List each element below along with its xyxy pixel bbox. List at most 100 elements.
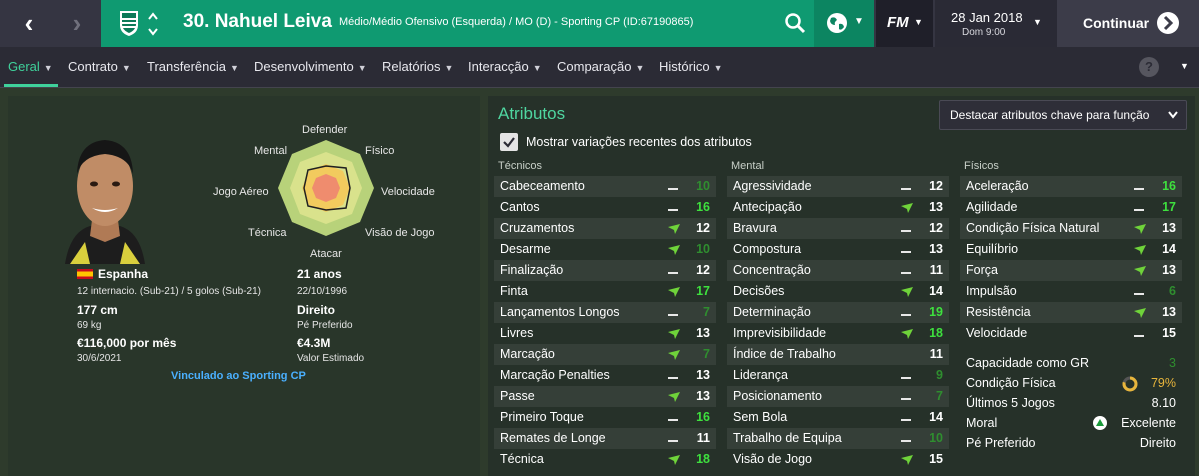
tab-label: Transferência xyxy=(147,59,226,74)
attribute-row[interactable]: Determinação 19 xyxy=(727,302,949,323)
attribute-row[interactable]: Cantos 16 xyxy=(494,197,716,218)
radar-label-jogo-aereo: Jogo Aéreo xyxy=(213,186,269,198)
attribute-value: 11 xyxy=(929,263,943,277)
attribute-row[interactable]: Condição Física Natural 13 xyxy=(960,218,1182,239)
tab-label: Desenvolvimento xyxy=(254,59,354,74)
attribute-row[interactable]: Lançamentos Longos 7 xyxy=(494,302,716,323)
tab-interaccao[interactable]: Interacção ▼ xyxy=(468,47,542,87)
attribute-row[interactable]: Liderança 9 xyxy=(727,365,949,386)
attribute-name: Velocidade xyxy=(966,326,1028,340)
attribute-row[interactable]: Técnica 18 xyxy=(494,449,716,470)
attribute-row[interactable]: Finta 17 xyxy=(494,281,716,302)
attribute-row[interactable]: Concentração 11 xyxy=(727,260,949,281)
attribute-row[interactable]: Velocidade 15 xyxy=(960,323,1182,344)
attribute-row[interactable]: Marcação 7 xyxy=(494,344,716,365)
attribute-row[interactable]: Remates de Longe 11 xyxy=(494,428,716,449)
attribute-row[interactable]: Agilidade 17 xyxy=(960,197,1182,218)
attribute-row[interactable]: Livres 13 xyxy=(494,323,716,344)
date-button[interactable]: 28 Jan 2018 Dom 9:00 ▼ xyxy=(935,0,1057,47)
tab-geral[interactable]: Geral ▼ xyxy=(8,47,53,87)
tab-contrato[interactable]: Contrato ▼ xyxy=(68,47,131,87)
help-button[interactable]: ? xyxy=(1139,57,1159,77)
attribute-row[interactable]: Posicionamento 7 xyxy=(727,386,949,407)
search-icon xyxy=(785,13,806,34)
attribute-row[interactable]: Visão de Jogo 15 xyxy=(727,449,949,470)
attribute-name: Finalização xyxy=(500,263,564,277)
radar-label-defender: Defender xyxy=(302,124,348,136)
summary-value: 8.10 xyxy=(1151,396,1176,410)
chevron-down-icon: ▼ xyxy=(635,63,645,73)
attribute-value: 16 xyxy=(1162,179,1176,193)
attribute-increase-icon xyxy=(1134,245,1146,255)
attribute-row[interactable]: Impulsão 6 xyxy=(960,281,1182,302)
attribute-name: Equilíbrio xyxy=(966,242,1019,256)
attribute-value: 7 xyxy=(703,305,710,319)
attribute-row[interactable]: Aceleração 16 xyxy=(960,176,1182,197)
tab-historico[interactable]: Histórico ▼ xyxy=(659,47,723,87)
globe-icon xyxy=(827,13,847,33)
no-change-icon xyxy=(668,428,680,442)
attribute-row[interactable]: Cabeceamento 10 xyxy=(494,176,716,197)
attribute-row[interactable]: Equilíbrio 14 xyxy=(960,239,1182,260)
estimated-value-label: Valor Estimado xyxy=(297,353,365,364)
attribute-name: Liderança xyxy=(733,368,788,382)
world-menu-button[interactable]: ▼ xyxy=(814,0,874,47)
attribute-name: Compostura xyxy=(733,242,802,256)
player-subtitle: Médio/Médio Ofensivo (Esquerda) / MO (D)… xyxy=(339,16,694,28)
attribute-row[interactable]: Imprevisibilidade 18 xyxy=(727,323,949,344)
attribute-row[interactable]: Resistência 13 xyxy=(960,302,1182,323)
attribute-name: Decisões xyxy=(733,284,785,298)
continue-button[interactable]: Continuar xyxy=(1057,0,1199,47)
attribute-row[interactable]: Agressividade 12 xyxy=(727,176,949,197)
no-change-icon xyxy=(901,428,913,442)
attribute-row[interactable]: Passe 13 xyxy=(494,386,716,407)
attribute-row[interactable]: Força 13 xyxy=(960,260,1182,281)
attribute-row[interactable]: Bravura 12 xyxy=(727,218,949,239)
tab-desenvolvimento[interactable]: Desenvolvimento ▼ xyxy=(254,47,367,87)
date-of-birth: 22/10/1996 xyxy=(297,286,348,297)
attribute-row[interactable]: Compostura 13 xyxy=(727,239,949,260)
no-change-icon xyxy=(1134,281,1146,295)
no-change-icon xyxy=(1134,176,1146,190)
search-button[interactable] xyxy=(784,12,806,34)
back-button[interactable]: ‹ xyxy=(5,0,53,47)
summary-label: Condição Física xyxy=(966,376,1056,390)
no-change-icon xyxy=(901,386,913,400)
fm-logo: FM xyxy=(887,14,909,31)
forward-button[interactable]: › xyxy=(53,0,101,47)
attribute-increase-icon xyxy=(668,392,680,402)
tab-relatorios[interactable]: Relatórios ▼ xyxy=(382,47,453,87)
attribute-name: Agressividade xyxy=(733,179,812,193)
attribute-row[interactable]: Desarme 10 xyxy=(494,239,716,260)
attribute-row[interactable]: Primeiro Toque 16 xyxy=(494,407,716,428)
attribute-row[interactable]: Sem Bola 14 xyxy=(727,407,949,428)
fm-menu-button[interactable]: FM ▼ xyxy=(876,0,933,47)
attribute-increase-icon xyxy=(901,329,913,339)
attribute-row[interactable]: Antecipação 13 xyxy=(727,197,949,218)
summary-label: Pé Preferido xyxy=(966,436,1036,450)
contract-end: 30/6/2021 xyxy=(77,353,122,364)
club-switch-button[interactable] xyxy=(146,8,160,40)
attribute-row[interactable]: Finalização 12 xyxy=(494,260,716,281)
tab-comparacao[interactable]: Comparação ▼ xyxy=(557,47,644,87)
chevron-down-icon: ▼ xyxy=(357,63,367,73)
attribute-name: Cabeceamento xyxy=(500,179,585,193)
attribute-value: 10 xyxy=(696,179,710,193)
attribute-row[interactable]: Índice de Trabalho 11 xyxy=(727,344,949,365)
chevron-down-icon: ▼ xyxy=(1033,17,1042,27)
no-change-icon xyxy=(1134,323,1146,337)
chevron-down-icon[interactable]: ▼ xyxy=(1180,61,1189,71)
attribute-value: 14 xyxy=(929,410,943,424)
show-changes-checkbox[interactable] xyxy=(500,133,518,151)
mental-header: Mental xyxy=(731,160,765,172)
attribute-increase-icon xyxy=(1134,224,1146,234)
forward-icon: › xyxy=(72,8,82,38)
club-link[interactable]: Vinculado ao Sporting CP xyxy=(171,370,306,382)
attribute-row[interactable]: Marcação Penalties 13 xyxy=(494,365,716,386)
tab-transferencia[interactable]: Transferência ▼ xyxy=(147,47,239,87)
attribute-row[interactable]: Trabalho de Equipa 10 xyxy=(727,428,949,449)
highlight-role-dropdown[interactable]: Destacar atributos chave para função xyxy=(939,100,1187,130)
attribute-value: 12 xyxy=(696,263,710,277)
attribute-row[interactable]: Cruzamentos 12 xyxy=(494,218,716,239)
attribute-row[interactable]: Decisões 14 xyxy=(727,281,949,302)
